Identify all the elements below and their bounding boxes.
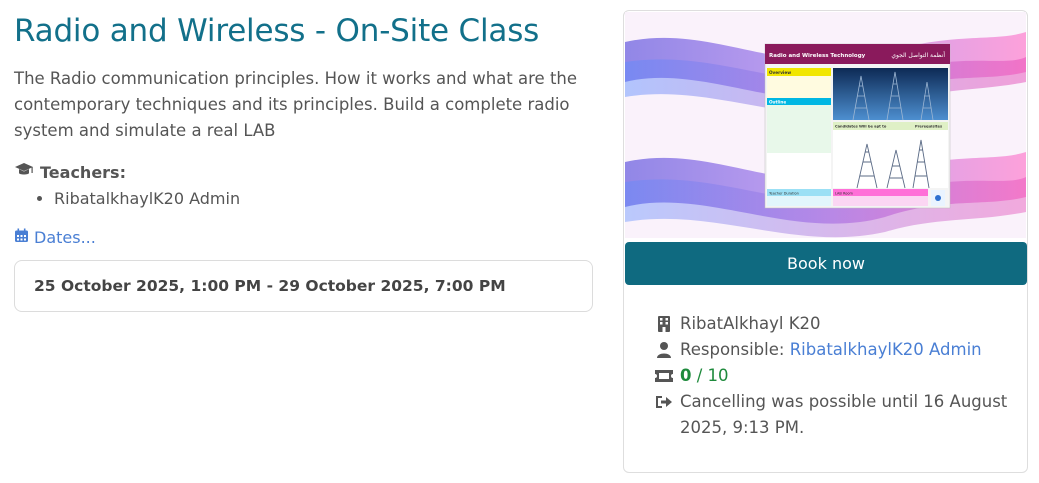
course-description: The Radio communication principles. How …	[14, 69, 578, 140]
location-row: RibatAlkhayl K20	[654, 311, 1014, 337]
poster-prerequisites-label: Prerequisites	[915, 125, 942, 129]
building-icon	[654, 311, 674, 337]
course-poster-image: Radio and Wireless Technology أنظمة التو…	[625, 12, 1026, 238]
user-icon	[654, 337, 674, 363]
date-range: 25 October 2025, 1:00 PM - 29 October 20…	[34, 277, 506, 295]
responsible-label: Responsible:	[680, 340, 790, 359]
course-detail: Radio and Wireless - On-Site Class The R…	[14, 10, 594, 312]
cancel-row: Cancelling was possible until 16 August …	[654, 389, 1014, 441]
seats-row: 0 / 10	[654, 363, 1014, 389]
seats-total: 10	[707, 366, 729, 385]
teacher-item: RibatalkhaylK20 Admin	[54, 188, 594, 210]
cancel-text: Cancelling was possible until 16 August …	[680, 392, 1008, 437]
poster-teacher-label: Teacher Duration	[768, 192, 799, 196]
poster-outline-label: Outline	[769, 100, 786, 105]
calendar-icon	[14, 228, 29, 247]
poster-heading: Radio and Wireless Technology	[769, 53, 866, 59]
poster-lab-label: LAB Room	[835, 192, 853, 196]
teachers-label: Teachers:	[40, 162, 126, 182]
date-range-card: 25 October 2025, 1:00 PM - 29 October 20…	[14, 260, 593, 312]
location-text: RibatAlkhayl K20	[680, 314, 821, 333]
poster-overview-label: Overview	[769, 70, 791, 75]
booking-info: RibatAlkhayl K20 Responsible: Ribatalkha…	[654, 311, 1014, 441]
teachers-list: RibatalkhaylK20 Admin	[14, 188, 594, 210]
course-poster: Radio and Wireless Technology أنظمة التو…	[764, 43, 951, 209]
teachers-heading: Teachers:	[14, 162, 594, 182]
dates-link-label[interactable]: Dates...	[34, 228, 96, 247]
book-now-button[interactable]: Book now	[625, 242, 1027, 285]
course-image: Radio and Wireless Technology أنظمة التو…	[625, 12, 1026, 238]
seats-booked: 0	[680, 366, 692, 385]
graduation-cap-icon	[14, 162, 34, 182]
dates-toggle[interactable]: Dates...	[14, 228, 594, 247]
responsible-link[interactable]: RibatalkhaylK20 Admin	[790, 340, 982, 359]
page-title: Radio and Wireless - On-Site Class	[14, 13, 540, 49]
ticket-icon	[654, 363, 674, 389]
poster-candidates-label: Candidates Will be apt to	[835, 125, 887, 129]
poster-heading-arabic: أنظمة التواصل الجوي	[891, 51, 945, 59]
booking-card: Radio and Wireless Technology أنظمة التو…	[623, 10, 1028, 473]
seats-separator: /	[691, 366, 708, 385]
responsible-row: Responsible: RibatalkhaylK20 Admin	[654, 337, 1014, 363]
